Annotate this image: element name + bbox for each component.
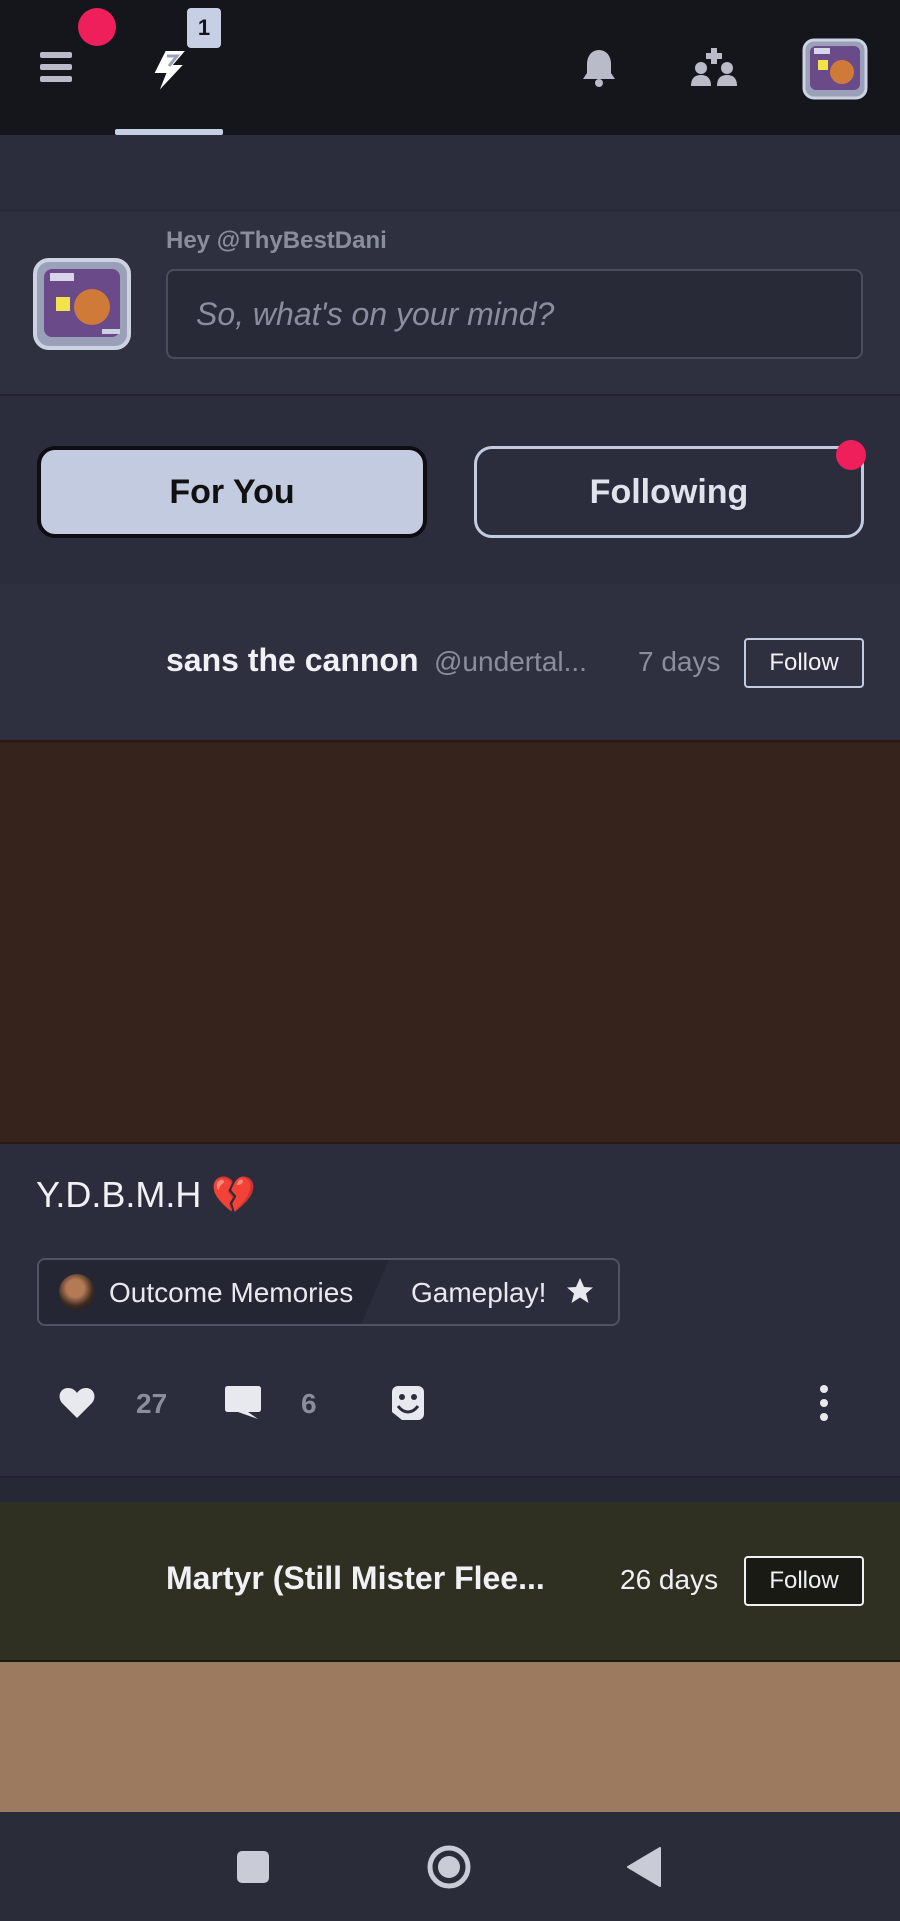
post-actions: 27 6 <box>0 1374 900 1434</box>
notification-count-badge: 1 <box>187 8 221 48</box>
post-author[interactable]: Martyr (Still Mister Flee... <box>166 1560 545 1597</box>
community-avatar <box>59 1274 95 1310</box>
composer: Hey @ThyBestDani So, what's on your mind… <box>0 210 900 396</box>
post-media[interactable] <box>0 740 900 1144</box>
post-time: 26 days <box>620 1564 719 1595</box>
post-media[interactable] <box>0 1660 900 1812</box>
feed-toggle: For You Following <box>0 398 900 584</box>
greeting-text: Hey @ThyBestDani <box>166 227 387 254</box>
bell-icon[interactable] <box>580 48 618 93</box>
post-title[interactable]: Y.D.B.M.H 💔 <box>36 1174 256 1216</box>
post-handle[interactable]: @undertal... <box>434 646 587 678</box>
post-time: 7 days <box>638 646 721 677</box>
post-header: sans the cannon @undertal... 7 days Foll… <box>0 584 900 740</box>
comment-count: 6 <box>301 1388 317 1419</box>
comment-icon[interactable] <box>224 1384 262 1425</box>
menu-icon[interactable] <box>38 50 78 86</box>
tab-lightning[interactable]: 1 <box>115 0 223 135</box>
post-divider <box>0 1476 900 1502</box>
community-name: Outcome Memories <box>109 1277 354 1308</box>
home-button[interactable] <box>426 1844 472 1895</box>
lightning-icon <box>151 49 190 95</box>
spacer <box>0 135 900 210</box>
heart-icon[interactable] <box>58 1386 96 1425</box>
follow-button[interactable]: Follow <box>744 1556 864 1606</box>
top-bar: 1 <box>0 0 900 135</box>
notification-dot <box>78 8 116 46</box>
recent-apps-button[interactable] <box>236 1850 270 1889</box>
avatar[interactable] <box>32 257 132 351</box>
community-tag[interactable]: Outcome Memories <box>39 1260 389 1324</box>
post-header: Martyr (Still Mister Flee... 26 days Fol… <box>0 1502 900 1660</box>
following-notification-dot <box>836 440 866 470</box>
like-count: 27 <box>136 1388 168 1419</box>
people-add-icon[interactable] <box>690 46 738 95</box>
post-tags: Outcome Memories Gameplay! <box>37 1258 620 1326</box>
avatar[interactable] <box>802 38 868 100</box>
post-author[interactable]: sans the cannon <box>166 642 419 679</box>
star-icon <box>567 1278 593 1303</box>
tab-following[interactable]: Following <box>474 446 864 538</box>
follow-button[interactable]: Follow <box>744 638 864 688</box>
back-button[interactable] <box>626 1846 662 1893</box>
tab-for-you[interactable]: For You <box>37 446 427 538</box>
post-composer-input[interactable]: So, what's on your mind? <box>166 269 863 359</box>
more-options-icon[interactable] <box>818 1384 830 1427</box>
category-tag[interactable]: Gameplay! <box>411 1277 546 1309</box>
share-icon[interactable] <box>390 1384 426 1427</box>
post-body: Y.D.B.M.H 💔 Outcome Memories Gameplay! 2… <box>0 1144 900 1476</box>
system-navigation-bar <box>0 1812 900 1921</box>
